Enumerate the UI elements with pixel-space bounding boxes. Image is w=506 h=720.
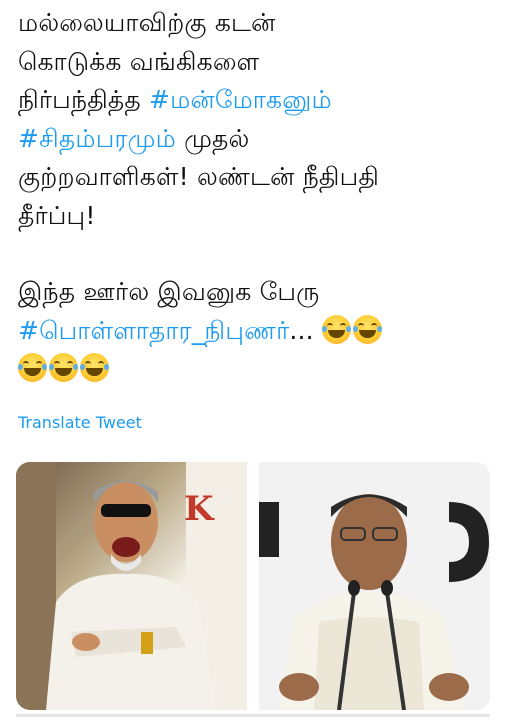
- media-photo-right[interactable]: [259, 462, 490, 710]
- laughing-emoji-icon: [18, 353, 47, 382]
- svg-text:K: K: [184, 489, 215, 529]
- divider: [16, 714, 490, 717]
- tweet-text: மல்லையாவிற்கு கடன் கொடுக்க வங்கிகளை நிர்…: [18, 4, 496, 389]
- photo-illustration: K: [16, 462, 247, 710]
- tweet-line: நிர்பந்தித்த #மன்மோகனும்: [18, 81, 496, 120]
- tweet-text-segment: நிர்பந்தித்த: [18, 85, 150, 114]
- laughing-emoji-icon: [80, 353, 109, 382]
- tweet-line: #பொள்ளாதார_நிபுணர்...: [18, 312, 496, 351]
- tweet-text-segment: ...: [289, 315, 314, 345]
- photo-illustration: [259, 462, 490, 710]
- laughing-emoji-icon: [353, 314, 382, 344]
- translate-tweet-link[interactable]: Translate Tweet: [18, 413, 142, 432]
- tweet-media[interactable]: K: [16, 462, 490, 710]
- tweet-line: குற்றவாளிகள்! லண்டன் நீதிபதி: [18, 162, 380, 191]
- media-photo-left[interactable]: K: [16, 462, 247, 710]
- tweet-line: கொடுக்க வங்கிகளை: [18, 46, 260, 76]
- tweet-line: இந்த ஊர்ல இவனுக பேரு: [18, 277, 320, 306]
- hashtag-link[interactable]: #சிதம்பரமும்: [18, 124, 176, 153]
- tweet-line: மல்லையாவிற்கு கடன்: [18, 8, 276, 37]
- tweet-line: [18, 350, 496, 389]
- hashtag-link[interactable]: #பொள்ளாதார_நிபுணர்: [18, 316, 289, 345]
- tweet-text-segment: முதல்: [175, 123, 250, 153]
- hashtag-link[interactable]: #மன்மோகனும்: [149, 85, 332, 114]
- tweet-line: தீர்ப்பு!: [18, 200, 96, 230]
- laughing-emoji-icon: [49, 353, 78, 382]
- tweet-line: #சிதம்பரமும் முதல்: [18, 120, 496, 159]
- laughing-emoji-icon: [322, 314, 351, 344]
